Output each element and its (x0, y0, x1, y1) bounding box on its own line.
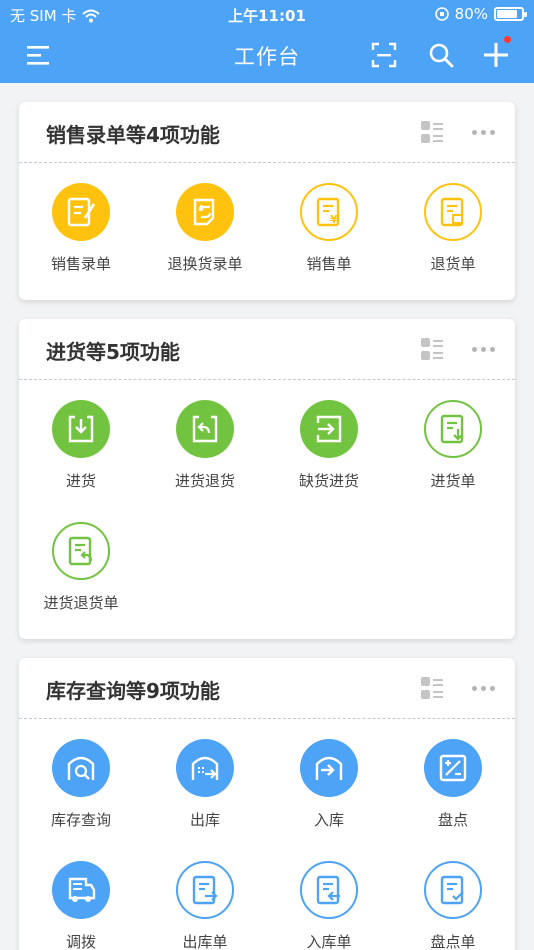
in-list-icon (300, 861, 358, 919)
function-item[interactable]: 销售录单 (19, 163, 143, 285)
layout-toggle-icon[interactable] (420, 120, 444, 144)
function-item[interactable]: 退货单 (391, 163, 515, 285)
battery-icon (494, 7, 527, 21)
function-item[interactable]: 调拨 (19, 841, 143, 950)
function-item[interactable]: 盘点单 (391, 841, 515, 950)
card-title: 进货等5项功能 (46, 340, 180, 364)
function-item[interactable]: ¥ 销售单 (267, 163, 391, 285)
function-grid: 库存查询 出库 入库 盘点 调拨 出库单 入库单 盘点单 (19, 719, 515, 950)
return-box-icon (176, 400, 234, 458)
scan-button[interactable] (369, 40, 399, 70)
function-item[interactable]: 库存查询 (19, 719, 143, 841)
card-title: 销售录单等4项功能 (46, 123, 220, 147)
more-icon[interactable] (472, 129, 495, 135)
return-receipt-icon (424, 183, 482, 241)
enter-box-icon (300, 400, 358, 458)
function-item[interactable]: 进货退货 (143, 380, 267, 502)
sales-card: 销售录单等4项功能 销售录单 退换货录单 ¥ 销售单 退货单 (19, 102, 515, 300)
function-item[interactable]: 退换货录单 (143, 163, 267, 285)
warehouse-search-icon (52, 739, 110, 797)
purchase-list-icon (424, 400, 482, 458)
download-box-icon (52, 400, 110, 458)
scan-icon (371, 42, 397, 68)
function-item[interactable]: 进货 (19, 380, 143, 502)
warehouse-in-icon (300, 739, 358, 797)
layout-toggle-icon[interactable] (420, 676, 444, 700)
function-item[interactable]: 进货单 (391, 380, 515, 502)
search-icon (429, 43, 454, 68)
orientation-lock-icon (434, 7, 449, 21)
sales-receipt-icon: ¥ (300, 183, 358, 241)
top-bar: 无 SIM 卡 上午11:01 80% 工作台 (0, 0, 534, 83)
card-title: 库存查询等9项功能 (46, 679, 220, 703)
function-item[interactable]: 入库 (267, 719, 391, 841)
notification-dot (504, 36, 511, 43)
function-item[interactable]: 出库单 (143, 841, 267, 950)
function-item[interactable]: 盘点 (391, 719, 515, 841)
nav-bar: 工作台 (0, 28, 534, 83)
status-bar: 无 SIM 卡 上午11:01 80% (0, 0, 534, 28)
function-item[interactable]: 入库单 (267, 841, 391, 950)
function-grid: 进货 进货退货 缺货进货 进货单 进货退货单 (19, 380, 515, 624)
exchange-doc-icon (176, 183, 234, 241)
search-button[interactable] (426, 40, 456, 70)
stocktake-list-icon (424, 861, 482, 919)
battery-percent: 80% (454, 5, 488, 23)
function-item[interactable]: 进货退货单 (19, 502, 143, 624)
edit-doc-icon (52, 183, 110, 241)
plus-icon (484, 43, 508, 67)
inventory-card: 库存查询等9项功能 库存查询 出库 入库 盘点 调拨 出库单 入库单 盘点单 (19, 658, 515, 950)
function-grid: 销售录单 退换货录单 ¥ 销售单 退货单 (19, 163, 515, 285)
add-button[interactable] (481, 36, 511, 70)
out-list-icon (176, 861, 234, 919)
more-icon[interactable] (472, 685, 495, 691)
transfer-truck-icon (52, 861, 110, 919)
warehouse-out-icon (176, 739, 234, 797)
function-item[interactable]: 出库 (143, 719, 267, 841)
stocktake-icon (424, 739, 482, 797)
layout-toggle-icon[interactable] (420, 337, 444, 361)
more-icon[interactable] (472, 346, 495, 352)
function-item[interactable]: 缺货进货 (267, 380, 391, 502)
purchase-return-list-icon (52, 522, 110, 580)
svg-text:¥: ¥ (330, 213, 338, 226)
purchase-card: 进货等5项功能 进货 进货退货 缺货进货 进货单 进货退货单 (19, 319, 515, 639)
